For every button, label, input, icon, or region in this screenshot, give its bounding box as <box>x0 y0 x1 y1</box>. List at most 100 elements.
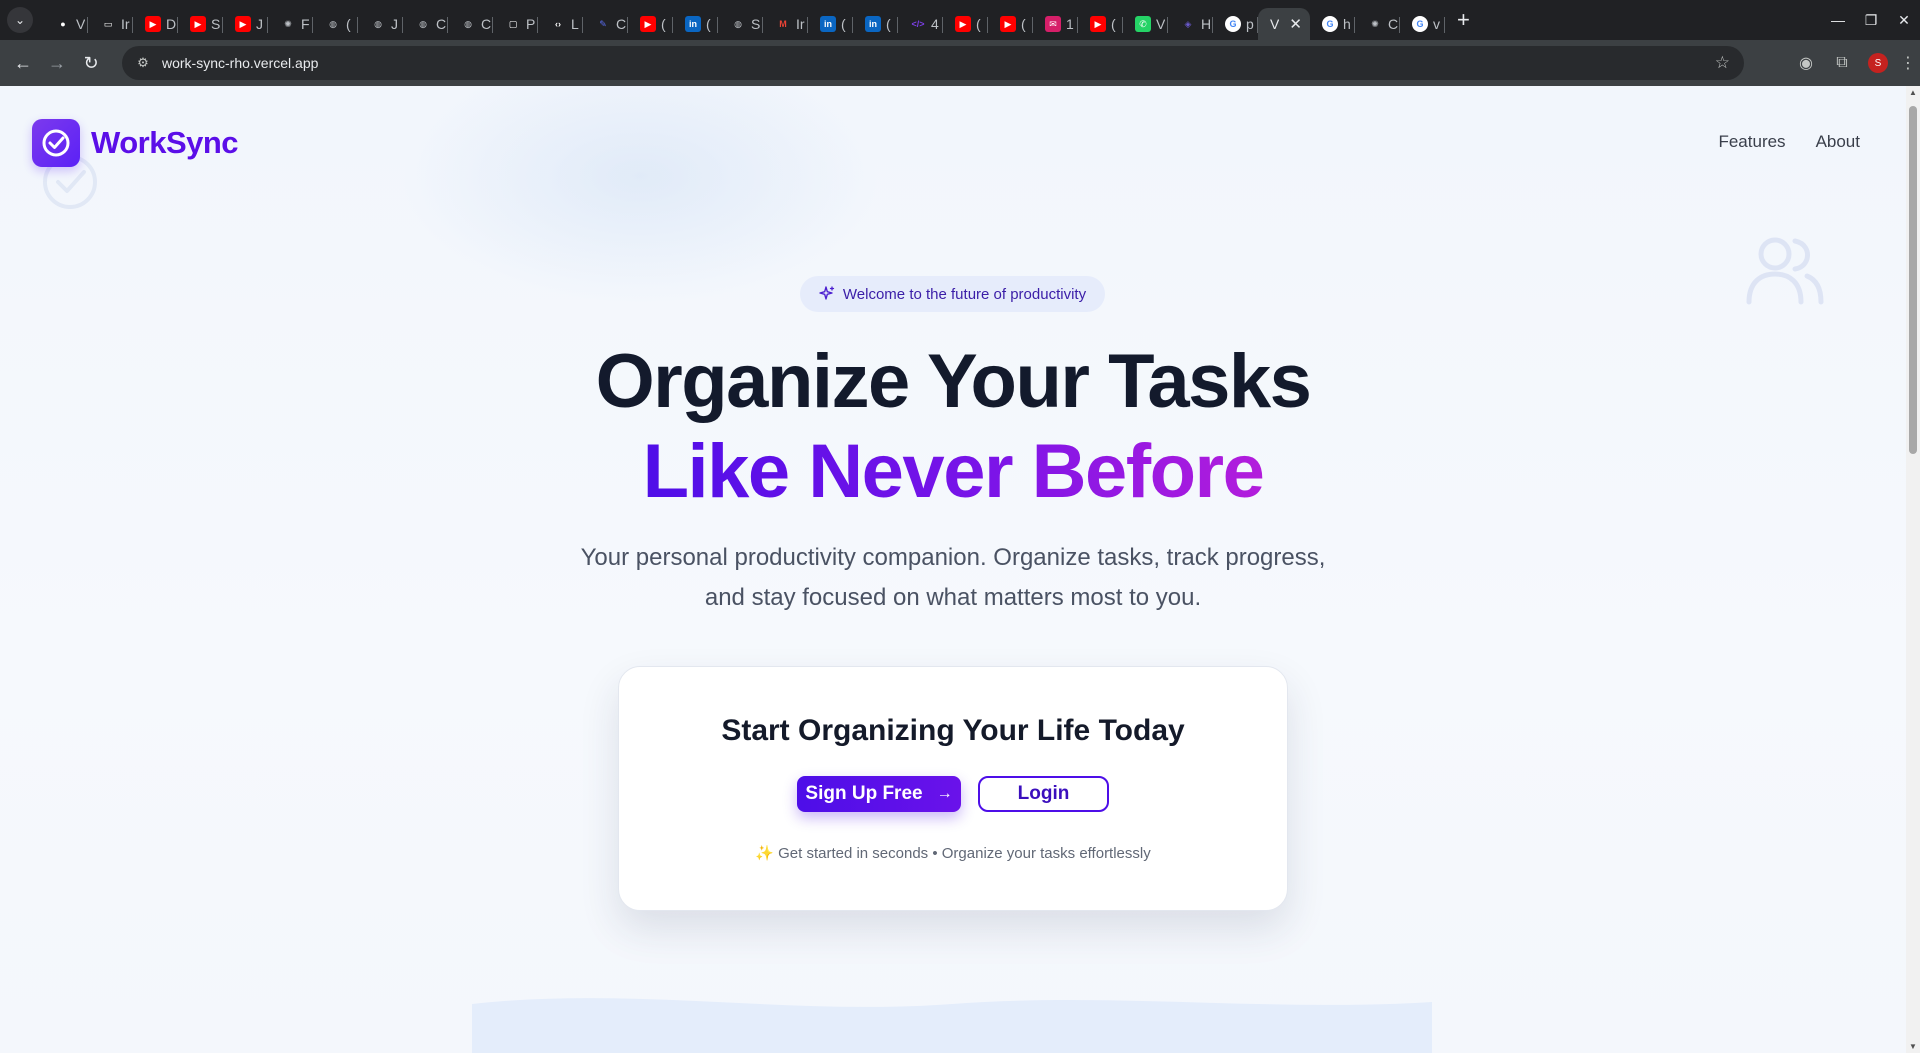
browser-tab[interactable]: ▭ Ir <box>88 8 133 40</box>
restore-icon[interactable]: ❐ <box>1855 12 1887 29</box>
browser-tab[interactable]: M Ir <box>763 8 808 40</box>
browser-tab[interactable]: ▶( <box>988 8 1033 40</box>
youtube-icon: ▶ <box>1000 16 1016 32</box>
browser-tab[interactable]: ◍ C <box>448 8 493 40</box>
back-button[interactable]: ← <box>6 46 40 80</box>
browser-tab[interactable]: ▶( <box>943 8 988 40</box>
tab-close-icon[interactable]: ✕ <box>1289 15 1302 33</box>
tab-label: 4 <box>931 16 939 32</box>
forward-button[interactable]: → <box>40 46 74 80</box>
headline-gradient: Like Never Before <box>0 428 1906 515</box>
reload-button[interactable]: ↻ <box>74 46 108 80</box>
sign-up-button[interactable]: Sign Up Free → <box>797 776 961 812</box>
scroll-down-icon[interactable]: ▼ <box>1909 1042 1917 1051</box>
browser-tab[interactable]: in ( <box>808 8 853 40</box>
tab-search-button[interactable]: ⌄ <box>7 7 33 33</box>
browser-tab[interactable]: ▶ J <box>223 8 268 40</box>
logo-check-icon <box>32 119 80 167</box>
browser-tab[interactable]: ✺ F <box>268 8 313 40</box>
browser-tab[interactable]: ● V <box>43 8 88 40</box>
youtube-icon: ▶ <box>235 16 251 32</box>
tab-label: ( <box>706 16 711 32</box>
scroll-thumb[interactable] <box>1909 106 1917 454</box>
hero-subtitle: Your personal productivity companion. Or… <box>0 538 1906 618</box>
browser-toolbar: ← → ↻ ⚙ work-sync-rho.vercel.app ☆ ◉ ⧉ S… <box>0 40 1920 86</box>
address-bar[interactable]: ⚙ work-sync-rho.vercel.app ☆ <box>122 46 1744 80</box>
browser-tab[interactable]: ‹› L <box>538 8 583 40</box>
minimize-icon[interactable]: — <box>1822 12 1854 28</box>
url-text[interactable]: work-sync-rho.vercel.app <box>162 55 318 71</box>
linkedin-icon: in <box>865 16 881 32</box>
site-info-icon[interactable]: ⚙ <box>134 54 152 72</box>
tab-active[interactable]: V ✕ <box>1258 8 1310 40</box>
profile-avatar[interactable]: S <box>1868 53 1888 73</box>
globe-icon: ◍ <box>464 18 472 29</box>
tab-label: p <box>1246 16 1254 32</box>
browser-tab[interactable]: ◍ S <box>718 8 763 40</box>
top-nav: Features About <box>1688 132 1860 152</box>
tab-label: v <box>1433 16 1440 32</box>
whatsapp-icon: ✆ <box>1135 16 1151 32</box>
nav-about-link[interactable]: About <box>1816 132 1860 152</box>
new-tab-button[interactable]: + <box>1457 7 1470 33</box>
toolbar-right: ◉ ⧉ S ⋮ <box>1788 40 1920 86</box>
welcome-badge: Welcome to the future of productivity <box>800 276 1105 312</box>
browser-tab[interactable]: ✉ 1 <box>1033 8 1078 40</box>
subtitle-line-2: and stay focused on what matters most to… <box>704 584 1202 611</box>
headline-gradient-text: Like Never Before <box>642 429 1265 514</box>
browser-tab[interactable]: Gp <box>1213 8 1258 40</box>
menu-kebab-icon[interactable]: ⋮ <box>1896 53 1920 73</box>
globe-icon: ◍ <box>419 18 427 29</box>
tab-label: Ir <box>121 16 130 32</box>
tab-label: H <box>1201 16 1212 32</box>
browser-tab[interactable]: in ( <box>673 8 718 40</box>
browser-tab[interactable]: ▶ S <box>178 8 223 40</box>
youtube-icon: ▶ <box>955 16 971 32</box>
tab-label: h <box>1343 16 1351 32</box>
login-button[interactable]: Login <box>978 776 1109 812</box>
tab-label: V <box>1270 16 1280 32</box>
browser-tab[interactable]: ◍( <box>313 8 358 40</box>
tab-label: ( <box>886 16 891 32</box>
browser-tab[interactable]: ▶ D <box>133 8 178 40</box>
tab-label: ( <box>661 16 666 32</box>
brand-logo[interactable]: WorkSync <box>32 119 239 167</box>
browser-tab[interactable]: Gv <box>1400 8 1445 40</box>
browser-tab[interactable]: in ( <box>853 8 898 40</box>
page-scrollbar[interactable]: ▲ ▼ <box>1906 86 1920 1053</box>
browser-tab[interactable]: ▢ P <box>493 8 538 40</box>
scroll-up-icon[interactable]: ▲ <box>1909 88 1917 97</box>
square-icon: ▢ <box>508 18 518 29</box>
tab-strip: ⌄ ● V ▭ Ir ▶ D ▶ S ▶ J ✺ F ◍(◍ J ◍ C ◍ C ▢ P ‹› L ✎ C ▶(in(◍ S M Ir… <box>0 0 1920 40</box>
youtube-icon: ▶ <box>190 16 206 32</box>
tab-label: C <box>481 16 492 32</box>
browser-tab[interactable]: ▶( <box>1078 8 1123 40</box>
browser-tab[interactable]: ✎ C <box>583 8 628 40</box>
browser-tab[interactable]: ◈ H <box>1168 8 1213 40</box>
close-window-icon[interactable]: ✕ <box>1888 12 1920 29</box>
wave-decoration <box>472 998 1432 1053</box>
tab-label: C <box>616 16 627 32</box>
code-icon: ‹› <box>555 19 561 29</box>
nav-features-link[interactable]: Features <box>1718 132 1785 152</box>
tab-label: C <box>1388 16 1399 32</box>
browser-tab[interactable]: ✺ C <box>1355 8 1400 40</box>
bookmark-star-icon[interactable]: ☆ <box>1715 53 1730 73</box>
tab-label: J <box>391 16 398 32</box>
extensions-puzzle-icon[interactable]: ⧉ <box>1824 54 1860 72</box>
doc-icon: ▭ <box>103 18 113 29</box>
tab-label: F <box>301 16 310 32</box>
browser-tab[interactable]: ◍ J <box>358 8 403 40</box>
extension-record-icon[interactable]: ◉ <box>1788 53 1824 73</box>
app-icon: ◈ <box>1184 18 1192 29</box>
feather-icon: ✎ <box>599 18 607 29</box>
browser-tab[interactable]: </> 4 <box>898 8 943 40</box>
browser-tab[interactable]: ◍ C <box>403 8 448 40</box>
browser-tab[interactable]: Gh <box>1310 8 1355 40</box>
code-tag-icon: </> <box>911 19 925 29</box>
cta-title: Start Organizing Your Life Today <box>721 714 1185 747</box>
tab-label: 1 <box>1066 16 1074 32</box>
chevron-down-icon: ⌄ <box>14 13 26 27</box>
browser-tab[interactable]: ▶( <box>628 8 673 40</box>
browser-tab[interactable]: ✆ V <box>1123 8 1168 40</box>
